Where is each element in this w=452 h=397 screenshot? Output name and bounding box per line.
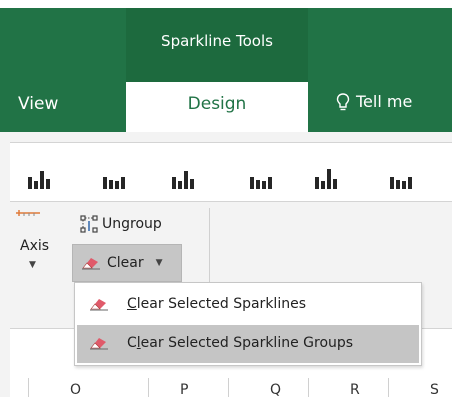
sparkline-style-3[interactable] [172, 159, 194, 189]
column-header-o[interactable]: O [70, 382, 81, 397]
ungroup-icon [80, 215, 98, 233]
column-separator [308, 378, 309, 397]
tab-design-label: Design [187, 94, 247, 114]
menu-item-clear-selected-sparklines[interactable]: Clear Selected Sparklines [77, 286, 419, 324]
column-separator [228, 378, 229, 397]
eraser-icon [90, 338, 108, 350]
column-header-row: O P Q R S [10, 370, 452, 397]
contextual-group-label: Sparkline Tools [161, 32, 273, 50]
tell-me-label: Tell me [356, 92, 413, 111]
eraser-icon [82, 258, 100, 270]
clear-button[interactable]: Clear ▼ [72, 244, 182, 282]
sparkline-style-1[interactable] [28, 159, 50, 189]
column-header-r[interactable]: R [350, 382, 360, 397]
column-header-s[interactable]: S [430, 382, 439, 397]
eraser-icon [90, 299, 108, 311]
lightbulb-icon [336, 92, 350, 110]
tab-design[interactable]: Design [126, 82, 308, 132]
top-strip [0, 0, 452, 8]
column-header-q[interactable]: Q [270, 382, 281, 397]
sparkline-style-6[interactable] [390, 159, 412, 189]
column-separator [388, 378, 389, 397]
tell-me-box[interactable]: Tell me [336, 92, 412, 111]
axis-icon [16, 210, 40, 216]
column-header-p[interactable]: P [180, 382, 188, 397]
tab-view[interactable]: View [18, 94, 58, 114]
clear-dropdown-caret-icon: ▼ [155, 258, 163, 268]
sparkline-style-5[interactable] [315, 159, 337, 189]
menu-item-clear-selected-sparkline-groups[interactable]: Clear Selected Sparkline Groups [77, 325, 419, 363]
menu-item-label: Clear Selected Sparklines [127, 296, 306, 312]
ungroup-button[interactable]: Ungroup [80, 212, 162, 236]
ungroup-label: Ungroup [102, 216, 162, 232]
clear-dropdown-menu: Clear Selected Sparklines Clear Selected… [74, 282, 422, 366]
menu-item-label: Clear Selected Sparkline Groups [127, 335, 354, 351]
sparkline-style-2[interactable] [103, 159, 125, 189]
column-separator [28, 378, 29, 397]
clear-label: Clear [107, 255, 144, 271]
group-separator [209, 208, 210, 286]
sparkline-style-gallery[interactable] [10, 142, 452, 202]
axis-button[interactable]: Axis ▼ [16, 210, 58, 280]
axis-label: Axis [20, 238, 50, 254]
sparkline-style-4[interactable] [250, 159, 272, 189]
axis-caret-icon: ▼ [29, 260, 36, 270]
column-separator [148, 378, 149, 397]
